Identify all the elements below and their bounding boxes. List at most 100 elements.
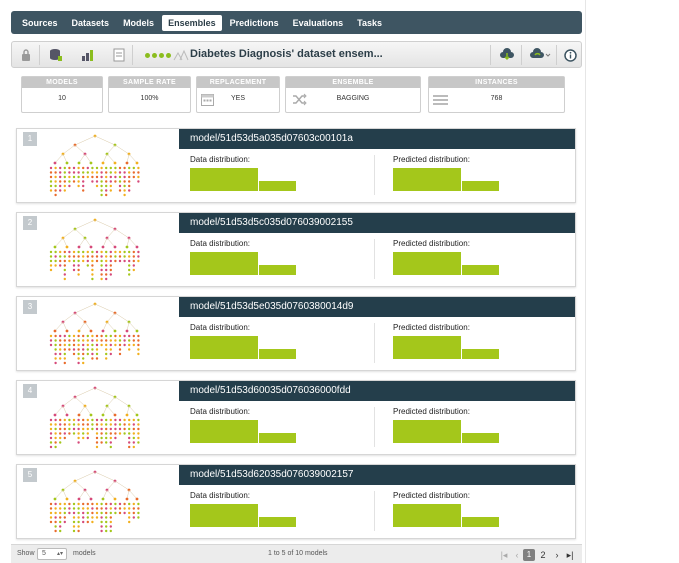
page-size-select[interactable]: 5 ▴▾: [37, 548, 67, 560]
toolbar-separator: [556, 45, 557, 65]
cloud-download-icon[interactable]: [499, 47, 515, 63]
pagination-footer: Show 5 ▴▾ models 1 to 5 of 10 models |◂ …: [11, 544, 582, 563]
data-distribution-label: Data distribution:: [190, 323, 251, 332]
model-index: 2: [23, 216, 37, 230]
data-distribution-label: Data distribution:: [190, 239, 251, 248]
model-index: 1: [23, 132, 37, 146]
predicted-distribution-label: Predicted distribution:: [393, 491, 470, 500]
info-icon[interactable]: [562, 47, 578, 63]
document-icon[interactable]: [111, 47, 127, 63]
data-distribution-bar-class-1[interactable]: [259, 265, 296, 275]
summary-instances-value: 768: [490, 95, 503, 102]
calendar-icon: [201, 94, 214, 106]
predicted-distribution-bar-class-1[interactable]: [462, 349, 499, 359]
list-icon: [433, 95, 448, 105]
tab-predictions[interactable]: Predictions: [224, 15, 285, 31]
predicted-distribution-bar-class-1[interactable]: [462, 181, 499, 191]
data-distribution-bar-class-1[interactable]: [259, 349, 296, 359]
tab-evaluations[interactable]: Evaluations: [287, 15, 350, 31]
tree-icon: [172, 47, 190, 63]
decision-tree-thumbnail[interactable]: [45, 216, 145, 284]
card-divider: [374, 491, 375, 531]
previous-page-icon[interactable]: ‹: [511, 549, 523, 561]
toolbar-separator: [521, 45, 522, 65]
predicted-distribution-bar-class-0[interactable]: [393, 420, 461, 443]
stepper-arrows-icon: ▴▾: [56, 551, 63, 557]
last-page-icon[interactable]: ▸|: [564, 549, 576, 561]
data-distribution-bar-class-1[interactable]: [259, 181, 296, 191]
decision-tree-thumbnail[interactable]: [45, 300, 145, 368]
shuffle-icon: [293, 93, 307, 106]
models-label: models: [73, 550, 96, 557]
model-card[interactable]: 2 model/51d53d5c035d076039002155 Data di…: [16, 212, 576, 287]
model-id-link[interactable]: model/51d53d5a035d07603c00101a: [179, 129, 575, 149]
page-size-value: 5: [42, 550, 46, 557]
toolbar-separator: [39, 45, 40, 65]
model-card[interactable]: 5 model/51d53d62035d076039002157 Data di…: [16, 464, 576, 539]
model-card[interactable]: 1 model/51d53d5a035d07603c00101a Data di…: [16, 128, 576, 203]
show-label: Show: [17, 550, 35, 557]
summary-replacement-label: REPLACEMENT: [197, 77, 279, 88]
data-distribution-bar-class-0[interactable]: [190, 420, 258, 443]
predicted-distribution-label: Predicted distribution:: [393, 239, 470, 248]
data-distribution-label: Data distribution:: [190, 155, 251, 164]
predicted-distribution-bar-class-0[interactable]: [393, 168, 461, 191]
data-distribution-bar-class-0[interactable]: [190, 252, 258, 275]
model-id-link[interactable]: model/51d53d5c035d076039002155: [179, 213, 575, 233]
predicted-distribution-bar-class-0[interactable]: [393, 504, 461, 527]
app-frame: Sources Datasets Models Ensembles Predic…: [5, 0, 586, 563]
next-page-icon[interactable]: ›: [551, 549, 563, 561]
lock-icon[interactable]: [18, 47, 34, 63]
page-1-button[interactable]: 1: [523, 549, 535, 561]
toolbar-separator: [132, 45, 133, 65]
data-distribution-label: Data distribution:: [190, 407, 251, 416]
data-distribution-bar-class-1[interactable]: [259, 433, 296, 443]
summary-ensemble: ENSEMBLE BAGGING: [285, 76, 421, 113]
data-distribution-bar-class-1[interactable]: [259, 517, 296, 527]
summary-ensemble-label: ENSEMBLE: [286, 77, 420, 88]
first-page-icon[interactable]: |◂: [498, 549, 510, 561]
summary-replacement: REPLACEMENT YES: [196, 76, 280, 113]
summary-sample-rate: SAMPLE RATE 100%: [108, 76, 191, 113]
predicted-distribution-bar-class-0[interactable]: [393, 252, 461, 275]
tab-sources[interactable]: Sources: [16, 15, 64, 31]
card-divider: [374, 239, 375, 279]
database-icon[interactable]: [48, 47, 64, 63]
predicted-distribution-label: Predicted distribution:: [393, 407, 470, 416]
tab-tasks[interactable]: Tasks: [351, 15, 388, 31]
data-distribution-bar-class-0[interactable]: [190, 168, 258, 191]
summary-instances-label: INSTANCES: [429, 77, 564, 88]
summary-models-label: MODELS: [22, 77, 102, 88]
tab-ensembles[interactable]: Ensembles: [162, 14, 222, 31]
model-card[interactable]: 3 model/51d53d5e035d0760380014d9 Data di…: [16, 296, 576, 371]
tab-models[interactable]: Models: [117, 15, 160, 31]
summary-instances: INSTANCES 768: [428, 76, 565, 113]
data-distribution-bar-class-0[interactable]: [190, 504, 258, 527]
predicted-distribution-bar-class-1[interactable]: [462, 433, 499, 443]
data-distribution-label: Data distribution:: [190, 491, 251, 500]
model-id-link[interactable]: model/51d53d5e035d0760380014d9: [179, 297, 575, 317]
model-card[interactable]: 4 model/51d53d60035d076036000fdd Data di…: [16, 380, 576, 455]
predicted-distribution-label: Predicted distribution:: [393, 155, 470, 164]
range-text: 1 to 5 of 10 models: [268, 550, 328, 557]
model-index: 4: [23, 384, 37, 398]
predicted-distribution-bar-class-1[interactable]: [462, 265, 499, 275]
top-navigation: Sources Datasets Models Ensembles Predic…: [11, 11, 582, 34]
cloud-refresh-icon[interactable]: [530, 47, 552, 63]
card-divider: [374, 155, 375, 195]
model-id-link[interactable]: model/51d53d62035d076039002157: [179, 465, 575, 485]
data-distribution-bar-class-0[interactable]: [190, 336, 258, 359]
tab-datasets[interactable]: Datasets: [66, 15, 116, 31]
chart-icon[interactable]: [80, 47, 96, 63]
resource-toolbar: Diabetes Diagnosis' dataset ensem...: [11, 41, 582, 68]
summary-models-value: 10: [58, 95, 66, 102]
decision-tree-thumbnail[interactable]: [45, 384, 145, 452]
predicted-distribution-bar-class-1[interactable]: [462, 517, 499, 527]
predicted-distribution-bar-class-0[interactable]: [393, 336, 461, 359]
status-dots-icon: [145, 53, 171, 58]
decision-tree-thumbnail[interactable]: [45, 132, 145, 200]
summary-sample-rate-label: SAMPLE RATE: [109, 77, 190, 88]
model-id-link[interactable]: model/51d53d60035d076036000fdd: [179, 381, 575, 401]
page-2-button[interactable]: 2: [537, 549, 549, 561]
decision-tree-thumbnail[interactable]: [45, 468, 145, 536]
